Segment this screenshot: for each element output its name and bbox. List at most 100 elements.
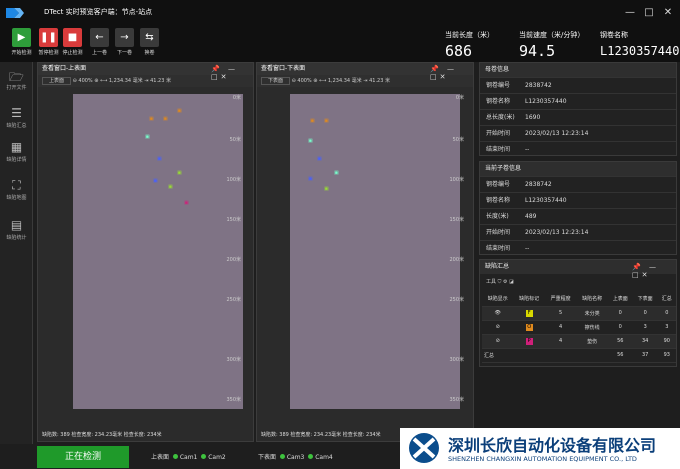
defect-marker[interactable]: ▣: [153, 178, 158, 184]
changxin-logo-icon: [409, 433, 439, 463]
swap-coil-button[interactable]: ⇆ 换卷: [137, 28, 162, 56]
defect-marker[interactable]: ▣: [177, 170, 182, 176]
lower-ruler: 0米 50米 100米 150米 200米 250米 300米 350米: [449, 95, 464, 403]
table-row[interactable]: ⊘ O 4 擦伤线 0 3 3: [482, 320, 676, 335]
stop-icon: ■: [63, 28, 82, 47]
maximize-icon[interactable]: □: [642, 6, 656, 20]
status-dot: [308, 454, 314, 459]
defect-mark: O: [525, 323, 533, 331]
defect-marker[interactable]: ▣: [145, 134, 150, 140]
coil-name-value: L1230357440: [600, 44, 680, 58]
eye-icon[interactable]: 👁: [482, 306, 514, 321]
ruler-icon: ⟷: [100, 78, 108, 84]
table-row[interactable]: 👁 F 5 未分类 0 0 0: [482, 306, 676, 321]
info-row: 钢卷名称 L1230357440: [480, 93, 676, 109]
info-row: 总长度(米) 1690: [480, 109, 676, 125]
stop-detect-button[interactable]: ■ 停止检测: [60, 28, 85, 56]
length-value: 686: [445, 42, 473, 60]
lower-cams: 下表面 Cam3 Cam4: [258, 454, 333, 461]
eye-off-icon[interactable]: ⊘: [482, 334, 514, 349]
left-nav: 🗁 打开文件 ☰ 缺陷汇总 ▦ 缺陷详情 ⛶ 缺陷地图 ▤ 缺陷统计: [0, 62, 33, 444]
swap-icon: ⇆: [140, 28, 159, 47]
app-title: DTect 实时预览客户端：节点-站点: [44, 8, 153, 16]
zoom-value[interactable]: 400%: [78, 78, 92, 84]
nav-open-file[interactable]: 🗁 打开文件: [0, 68, 33, 91]
play-icon: ▶: [12, 28, 31, 47]
zoom-in-icon[interactable]: ⊕: [93, 78, 100, 84]
folder-icon: 🗁: [9, 70, 24, 84]
info-row: 结束时间 --: [480, 141, 676, 157]
map-icon: ⛶: [12, 178, 21, 192]
viewer-upper: 查看窗口-上表面 📌 —□✕ 上表面 ⊖ 400% ⊕ ⟷ 1,234.34 毫…: [37, 62, 254, 442]
defect-marker[interactable]: ▣: [317, 156, 322, 162]
nav-defect-map[interactable]: ⛶ 缺陷地图: [0, 178, 33, 201]
viewer-upper-status: 缺陷数: 389 检查宽度: 234.23毫米 检查长度: 234米: [42, 432, 162, 438]
pause-icon: ❚❚: [39, 28, 58, 47]
status-dot: [279, 454, 285, 459]
close-icon[interactable]: ✕: [661, 6, 675, 20]
viewer-lower: 查看窗口-下表面 📌 —□✕ 下表面 ⊖ 400% ⊕ ⟷ 1,234.34 毫…: [256, 62, 474, 442]
defect-table: 缺陷显示 缺陷标记 严重程度 缺陷名称 上表面 下表面 汇总 👁 F 5 未分类 0 0 0 ⊘ O…: [482, 292, 676, 363]
zoom-value[interactable]: 400%: [297, 78, 311, 84]
info-row: 开始时间 2023/02/13 12:23:14: [480, 224, 676, 240]
eye-off-icon[interactable]: ⊘: [482, 320, 514, 335]
list-icon: ☰: [11, 106, 22, 120]
pause-detect-button[interactable]: ❚❚ 暂停检测: [36, 28, 61, 56]
chart-icon[interactable]: ◪: [509, 279, 514, 285]
defect-mark: F: [525, 309, 533, 317]
defect-marker[interactable]: ▣: [324, 118, 329, 124]
filter-icon[interactable]: ⛉: [498, 279, 502, 285]
defect-summary-panel: 缺陷汇总 📌 —□✕ 工具 ⛉ ⚙ ◪ 缺陷显示 缺陷标记 严重程度 缺陷名称 上表面下…: [479, 259, 677, 367]
table-row[interactable]: ⊘ P 4 垫伤 56 34 90: [482, 334, 676, 349]
arrow-right-icon: →: [115, 28, 134, 47]
prev-coil-button[interactable]: ← 上一卷: [87, 28, 112, 56]
table-total-row: 汇总 56 37 93: [482, 348, 676, 363]
defect-marker[interactable]: ▣: [168, 184, 173, 190]
defect-marker[interactable]: ▣: [308, 176, 313, 182]
viewer-lower-status: 缺陷数: 389 检查宽度: 234.23毫米 检查长度: 234米: [261, 432, 381, 438]
nav-defect-detail[interactable]: ▦ 缺陷详情: [0, 140, 33, 163]
brand-watermark: 深圳长欣自动化设备有限公司 SHENZHEN CHANGXIN AUTOMATI…: [400, 428, 680, 469]
defect-summary-window-buttons[interactable]: 📌 —□✕: [632, 263, 676, 279]
surface-select[interactable]: 下表面: [261, 77, 291, 85]
defect-marker[interactable]: ▣: [163, 116, 168, 122]
dtect-logo-icon: [6, 8, 24, 18]
defect-marker[interactable]: ▣: [184, 200, 189, 206]
info-row: 长度(米) 489: [480, 208, 676, 224]
defect-marker[interactable]: ▣: [157, 156, 162, 162]
minimize-icon[interactable]: —: [623, 6, 637, 20]
viewer-lower-window-buttons[interactable]: 📌 —□✕: [430, 65, 473, 81]
stats-icon: ▤: [10, 218, 23, 232]
defect-marker[interactable]: ▣: [149, 116, 154, 122]
length-label: 当前长度（米）: [445, 31, 494, 39]
nav-defect-summary[interactable]: ☰ 缺陷汇总: [0, 106, 33, 129]
upper-cams: 上表面 Cam1 Cam2: [151, 454, 226, 461]
defect-marker[interactable]: ▣: [324, 186, 329, 192]
defect-marker[interactable]: ▣: [334, 170, 339, 176]
zoom-in-icon[interactable]: ⊕: [312, 78, 319, 84]
arrow-left-icon: ←: [90, 28, 109, 47]
next-coil-button[interactable]: → 下一卷: [112, 28, 137, 56]
detecting-status-button[interactable]: 正在检测: [37, 446, 129, 468]
defect-marker[interactable]: ▣: [308, 138, 313, 144]
title-bar: DTect 实时预览客户端：节点-站点 — □ ✕: [0, 0, 680, 26]
viewer-upper-window-buttons[interactable]: 📌 —□✕: [211, 65, 253, 81]
mother-coil-panel: 母卷信息 钢卷编号 2838742 钢卷名称 L1230357440 总长度(米) 1…: [479, 62, 677, 156]
brand-cn: 深圳长欣自动化设备有限公司: [448, 436, 657, 455]
coil-name-label: 钢卷名称: [600, 31, 628, 39]
mother-coil-header: 母卷信息: [480, 63, 676, 77]
surface-select[interactable]: 上表面: [42, 77, 72, 85]
nav-defect-stats[interactable]: ▤ 缺陷统计: [0, 218, 33, 241]
speed-value: 94.5: [519, 42, 556, 60]
toolbar: ▶ 开始检测 ❚❚ 暂停检测 ■ 停止检测 ← 上一卷 → 下一卷 ⇆ 换卷 当前长度（米）…: [0, 26, 680, 62]
settings-icon[interactable]: ⚙: [503, 279, 507, 285]
width-icon: ⇥: [144, 78, 149, 84]
info-row: 钢卷编号 2838742: [480, 176, 676, 192]
defect-marker[interactable]: ▣: [177, 108, 182, 114]
defect-marker[interactable]: ▣: [310, 118, 315, 124]
info-row: 结束时间 --: [480, 240, 676, 256]
grid-icon: ▦: [10, 140, 23, 154]
info-row: 开始时间 2023/02/13 12:23:14: [480, 125, 676, 141]
start-detect-button[interactable]: ▶ 开始检测: [9, 28, 34, 56]
child-coil-header: 当前子卷信息: [480, 162, 676, 176]
